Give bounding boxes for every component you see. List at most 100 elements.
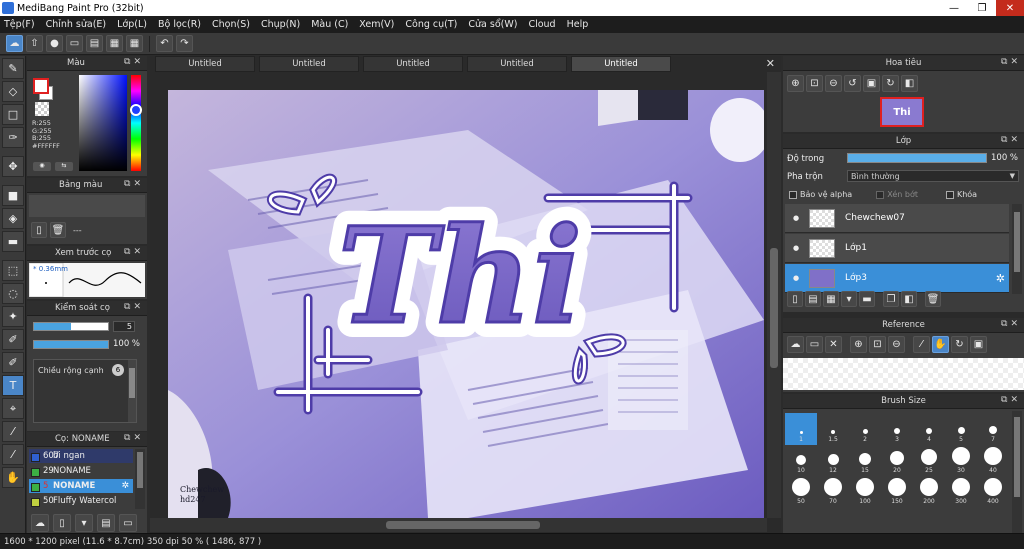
document-tab-active[interactable]: Untitled [571, 56, 671, 72]
brush-size-option[interactable]: 300 [945, 475, 977, 507]
brush-folder-icon[interactable]: ▭ [119, 514, 137, 532]
document-tab[interactable]: Untitled [363, 56, 463, 72]
brush-list-item-selected[interactable]: 5 NONAME ✲ [29, 479, 133, 493]
cloud-brush-icon[interactable]: ☁ [31, 514, 49, 532]
eyedropper-tool-icon[interactable]: ⁄ [2, 421, 24, 442]
brush-size-option[interactable]: 200 [913, 475, 945, 507]
cloud-icon[interactable]: ☁ [6, 35, 23, 52]
menu-color[interactable]: Màu (C) [311, 19, 348, 30]
blend-mode-select[interactable]: Bình thường ▼ [847, 170, 1019, 182]
new-8bit-layer-icon[interactable]: ▦ [823, 291, 839, 307]
new-halftone-layer-icon[interactable]: ▤ [805, 291, 821, 307]
panel-controls-icon[interactable]: ⧉✕ [124, 179, 144, 189]
open-folder-icon[interactable]: ▭ [806, 336, 823, 353]
canvas-horizontal-scrollbar[interactable] [150, 518, 767, 532]
panel-controls-icon[interactable]: ⧉✕ [124, 57, 144, 67]
brush-size-field[interactable]: 5 [113, 321, 135, 332]
close-reference-icon[interactable]: ✕ [825, 336, 842, 353]
brush-opacity-slider[interactable] [33, 339, 109, 349]
reset-icon[interactable]: ▣ [970, 336, 987, 353]
delete-palette-icon[interactable]: 🗑 [50, 222, 66, 238]
brush-size-option[interactable]: 50 [785, 475, 817, 507]
close-window-button[interactable]: ✕ [996, 0, 1024, 16]
gear-icon[interactable]: ✲ [996, 272, 1005, 285]
brush-size-option[interactable]: 400 [977, 475, 1009, 507]
brush-list-item[interactable]: 29 NONAME [29, 464, 133, 478]
delete-layer-icon[interactable]: 🗑 [925, 291, 941, 307]
new-palette-icon[interactable]: ▯ [31, 222, 47, 238]
select-pen-tool-icon[interactable]: ✐ [2, 329, 24, 350]
layer-item[interactable]: ● Chewchew07 [785, 204, 1009, 233]
menu-select[interactable]: Chọn(S) [212, 19, 250, 30]
cloud-reference-icon[interactable]: ☁ [787, 336, 804, 353]
brush-size-option[interactable]: 30 [945, 444, 977, 476]
menu-window[interactable]: Cửa sổ(W) [468, 19, 517, 30]
maximize-button[interactable]: ❐ [968, 0, 996, 16]
document-icon[interactable]: ▤ [86, 35, 103, 52]
panel-controls-icon[interactable]: ⧉✕ [1001, 135, 1021, 145]
saturation-value-picker[interactable] [79, 75, 127, 171]
add-layer-menu-icon[interactable]: ▾ [841, 291, 857, 307]
brush-size-option[interactable]: 12 [817, 444, 849, 476]
panel-controls-icon[interactable]: ⧉✕ [124, 433, 144, 443]
brush-size-option[interactable]: 4 [913, 413, 945, 445]
brush-size-slider[interactable] [33, 322, 109, 331]
document-tab[interactable]: Untitled [467, 56, 567, 72]
zoom-in-icon[interactable]: ⊕ [850, 336, 867, 353]
close-document-icon[interactable]: ✕ [766, 57, 775, 70]
fit-icon[interactable]: ⊡ [806, 75, 823, 92]
layer-scrollbar[interactable] [1012, 204, 1022, 294]
grid-icon[interactable]: ▦ [126, 35, 143, 52]
rotate-icon[interactable]: ↻ [951, 336, 968, 353]
clipping-checkbox[interactable]: Xén bớt [876, 190, 918, 199]
hue-slider-knob[interactable] [130, 104, 142, 116]
new-layer-icon[interactable]: ▯ [787, 291, 803, 307]
add-brush-icon[interactable]: ▾ [75, 514, 93, 532]
document-tab[interactable]: Untitled [155, 56, 255, 72]
brush-size-option[interactable]: 150 [881, 475, 913, 507]
layer-item[interactable]: ● Lớp1 [785, 234, 1009, 263]
manga-icon[interactable]: ▦ [106, 35, 123, 52]
menu-filter[interactable]: Bộ lọc(R) [158, 19, 201, 30]
divide-tool-icon[interactable]: ⌖ [2, 398, 24, 419]
flip-icon[interactable]: ◧ [901, 75, 918, 92]
brush-size-option[interactable]: 10 [785, 444, 817, 476]
hand-icon[interactable]: ✋ [932, 336, 949, 353]
layer-item-selected[interactable]: ● Lớp3 ✲ [785, 264, 1009, 293]
transparent-color-swatch[interactable] [35, 102, 49, 116]
palette-swatch-area[interactable] [29, 195, 145, 217]
visibility-icon[interactable]: ● [789, 274, 803, 282]
menu-layer[interactable]: Lớp(L) [117, 19, 147, 30]
brush-tool-icon[interactable]: ✎ [2, 58, 24, 79]
reference-image-area[interactable] [783, 358, 1024, 390]
brush-size-option[interactable]: 5 [945, 413, 977, 445]
pen-tool-icon[interactable]: ✑ [2, 127, 24, 148]
brush-size-option[interactable]: 70 [817, 475, 849, 507]
menu-tools[interactable]: Công cụ(T) [405, 19, 457, 30]
drawing-canvas[interactable]: Thi Thi Chewchew hd247 [168, 90, 764, 518]
hue-slider[interactable] [131, 75, 141, 171]
new-brush-icon[interactable]: ▯ [53, 514, 71, 532]
panel-controls-icon[interactable]: ⧉✕ [1001, 395, 1021, 405]
document-tab[interactable]: Untitled [259, 56, 359, 72]
layer-folder-icon[interactable]: ▬ [859, 291, 875, 307]
vertical-scroll-thumb[interactable] [770, 248, 778, 368]
text-tool-icon[interactable]: T [2, 375, 24, 396]
rectangle-tool-icon[interactable]: □ [2, 104, 24, 125]
color-swap-icon[interactable]: ⇆ [55, 162, 73, 171]
eraser-tool-icon[interactable]: ◇ [2, 81, 24, 102]
redo-icon[interactable]: ↷ [176, 35, 193, 52]
brush-settings-icon[interactable]: ▤ [97, 514, 115, 532]
menu-view[interactable]: Xem(V) [359, 19, 394, 30]
settings-scrollbar[interactable] [128, 360, 136, 422]
bucket-tool-icon[interactable]: ◈ [2, 208, 24, 229]
menu-snap[interactable]: Chụp(N) [261, 19, 300, 30]
gradient-tool-icon[interactable]: ▬ [2, 231, 24, 252]
undo-icon[interactable]: ↶ [156, 35, 173, 52]
merge-layer-icon[interactable]: ◧ [901, 291, 917, 307]
brush-size-option[interactable]: 2 [849, 413, 881, 445]
panel-controls-icon[interactable]: ⧉✕ [124, 247, 144, 257]
edge-width-knob[interactable]: 6 [112, 364, 124, 376]
lock-checkbox[interactable]: Khóa [945, 190, 977, 199]
canvas-vertical-scrollbar[interactable] [767, 72, 781, 518]
